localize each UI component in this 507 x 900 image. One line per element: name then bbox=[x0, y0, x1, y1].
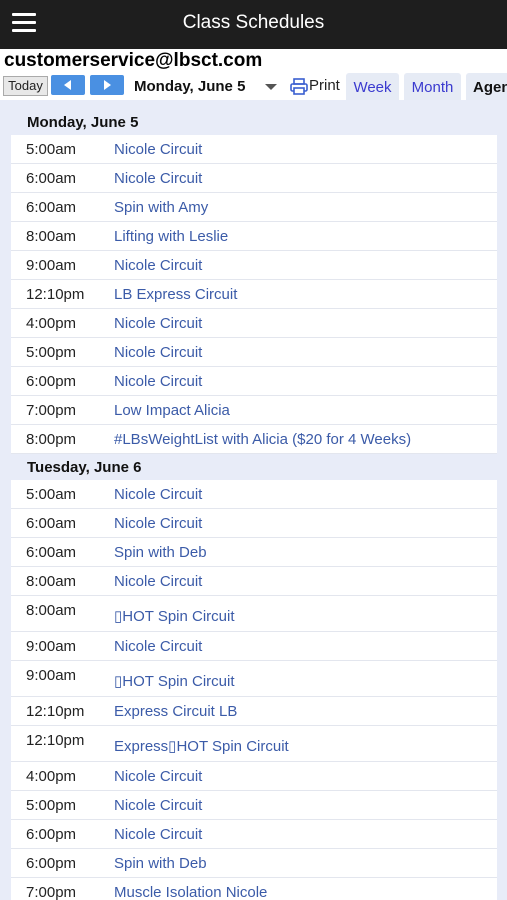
event-title-link[interactable]: Nicole Circuit bbox=[114, 373, 202, 390]
tab-month[interactable]: Month bbox=[404, 73, 461, 100]
event-title-link[interactable]: Nicole Circuit bbox=[114, 486, 202, 503]
page-title: Class Schedules bbox=[182, 12, 325, 33]
event-title-link[interactable]: Spin with Amy bbox=[114, 199, 208, 216]
event-row[interactable]: 6:00am Spin with Deb bbox=[11, 538, 497, 567]
event-row[interactable]: 8:00pm #LBsWeightList with Alicia ($20 fo… bbox=[11, 425, 497, 454]
event-row[interactable]: 8:00am Nicole Circuit bbox=[11, 567, 497, 596]
event-time: 5:00pm bbox=[26, 344, 77, 361]
event-time: 6:00pm bbox=[26, 855, 77, 872]
event-row[interactable]: 4:00pm Nicole Circuit bbox=[11, 309, 497, 338]
event-row[interactable]: 6:00am Spin with Amy bbox=[11, 193, 497, 222]
event-title-link[interactable]: Express▯HOT Spin Circuit bbox=[114, 737, 289, 755]
event-time: 5:00pm bbox=[26, 797, 77, 814]
event-title-link[interactable]: Nicole Circuit bbox=[114, 573, 202, 590]
event-time: 9:00am bbox=[26, 257, 77, 274]
tab-week[interactable]: Week bbox=[346, 73, 399, 100]
event-time: 5:00am bbox=[26, 486, 77, 503]
event-title-link[interactable]: ▯HOT Spin Circuit bbox=[114, 607, 235, 625]
event-row[interactable]: 12:10pm Express Circuit LB bbox=[11, 697, 497, 726]
print-button[interactable]: Print bbox=[309, 77, 340, 94]
event-time: 4:00pm bbox=[26, 768, 77, 785]
event-row[interactable]: 5:00pm Nicole Circuit bbox=[11, 791, 497, 820]
event-time: 9:00am bbox=[26, 638, 77, 655]
event-time: 6:00pm bbox=[26, 373, 77, 390]
event-title-link[interactable]: LB Express Circuit bbox=[114, 286, 237, 303]
event-time: 8:00am bbox=[26, 573, 77, 590]
event-row[interactable]: 7:00pm Low Impact Alicia bbox=[11, 396, 497, 425]
app-bar: Class Schedules bbox=[0, 0, 507, 49]
event-row[interactable]: 5:00pm Nicole Circuit bbox=[11, 338, 497, 367]
event-row[interactable]: 9:00am Nicole Circuit bbox=[11, 632, 497, 661]
event-time: 6:00am bbox=[26, 199, 77, 216]
event-title-link[interactable]: Nicole Circuit bbox=[114, 257, 202, 274]
chevron-right-icon bbox=[104, 80, 111, 90]
event-title-link[interactable]: Spin with Deb bbox=[114, 855, 207, 872]
tab-agenda[interactable]: Agenda bbox=[466, 73, 507, 100]
event-row[interactable]: 5:00am Nicole Circuit bbox=[11, 480, 497, 509]
event-row[interactable]: 5:00am Nicole Circuit bbox=[11, 135, 497, 164]
event-time: 12:10pm bbox=[26, 732, 85, 749]
event-row[interactable]: 6:00pm Nicole Circuit bbox=[11, 367, 497, 396]
day-heading: Tuesday, June 6 bbox=[27, 459, 142, 476]
event-title-link[interactable]: Nicole Circuit bbox=[114, 638, 202, 655]
event-time: 7:00pm bbox=[26, 402, 77, 419]
today-button[interactable]: Today bbox=[3, 76, 48, 96]
previous-day-button[interactable] bbox=[51, 75, 85, 95]
event-title-link[interactable]: Nicole Circuit bbox=[114, 170, 202, 187]
day-heading: Monday, June 5 bbox=[27, 114, 139, 131]
calendar-toolbar: Today Monday, June 5 Print Week Month Ag… bbox=[0, 73, 507, 100]
event-title-link[interactable]: Nicole Circuit bbox=[114, 826, 202, 843]
event-title-link[interactable]: Spin with Deb bbox=[114, 544, 207, 561]
event-row[interactable]: 8:00am Lifting with Leslie bbox=[11, 222, 497, 251]
current-date-label[interactable]: Monday, June 5 bbox=[134, 78, 245, 95]
event-row[interactable]: 7:00pm Muscle Isolation Nicole bbox=[11, 878, 497, 900]
event-row[interactable]: 12:10pm LB Express Circuit bbox=[11, 280, 497, 309]
event-title-link[interactable]: Nicole Circuit bbox=[114, 315, 202, 332]
agenda-list: Monday, June 5 5:00am Nicole Circuit 6:00… bbox=[0, 100, 507, 900]
event-time: 12:10pm bbox=[26, 286, 85, 303]
event-time: 6:00pm bbox=[26, 826, 77, 843]
event-title-link[interactable]: Nicole Circuit bbox=[114, 344, 202, 361]
date-dropdown-icon[interactable] bbox=[265, 84, 277, 90]
next-day-button[interactable] bbox=[90, 75, 124, 95]
event-time: 6:00am bbox=[26, 170, 77, 187]
event-title-link[interactable]: Low Impact Alicia bbox=[114, 402, 230, 419]
event-row[interactable]: 12:10pm Express▯HOT Spin Circuit bbox=[11, 726, 497, 762]
event-title-link[interactable]: #LBsWeightList with Alicia ($20 for 4 We… bbox=[114, 431, 411, 448]
event-title-link[interactable]: Lifting with Leslie bbox=[114, 228, 228, 245]
event-time: 8:00am bbox=[26, 602, 77, 619]
event-row[interactable]: 9:00am Nicole Circuit bbox=[11, 251, 497, 280]
event-title-link[interactable]: Nicole Circuit bbox=[114, 797, 202, 814]
event-time: 8:00pm bbox=[26, 431, 77, 448]
event-row[interactable]: 6:00am Nicole Circuit bbox=[11, 509, 497, 538]
event-row[interactable]: 9:00am ▯HOT Spin Circuit bbox=[11, 661, 497, 697]
event-row[interactable]: 6:00pm Spin with Deb bbox=[11, 849, 497, 878]
event-title-link[interactable]: Nicole Circuit bbox=[114, 768, 202, 785]
event-time: 6:00am bbox=[26, 515, 77, 532]
event-title-link[interactable]: Nicole Circuit bbox=[114, 515, 202, 532]
event-row[interactable]: 6:00am Nicole Circuit bbox=[11, 164, 497, 193]
event-row[interactable]: 4:00pm Nicole Circuit bbox=[11, 762, 497, 791]
event-time: 4:00pm bbox=[26, 315, 77, 332]
event-row[interactable]: 8:00am ▯HOT Spin Circuit bbox=[11, 596, 497, 632]
event-title-link[interactable]: ▯HOT Spin Circuit bbox=[114, 672, 235, 690]
event-time: 7:00pm bbox=[26, 884, 77, 900]
chevron-left-icon bbox=[64, 80, 71, 90]
event-time: 8:00am bbox=[26, 228, 77, 245]
account-email: customerservice@lbsct.com bbox=[4, 50, 263, 71]
event-time: 9:00am bbox=[26, 667, 77, 684]
printer-icon[interactable] bbox=[290, 78, 308, 95]
event-time: 12:10pm bbox=[26, 703, 85, 720]
event-title-link[interactable]: Nicole Circuit bbox=[114, 141, 202, 158]
event-title-link[interactable]: Express Circuit LB bbox=[114, 703, 237, 720]
event-time: 6:00am bbox=[26, 544, 77, 561]
event-row[interactable]: 6:00pm Nicole Circuit bbox=[11, 820, 497, 849]
event-title-link[interactable]: Muscle Isolation Nicole bbox=[114, 884, 267, 900]
event-time: 5:00am bbox=[26, 141, 77, 158]
